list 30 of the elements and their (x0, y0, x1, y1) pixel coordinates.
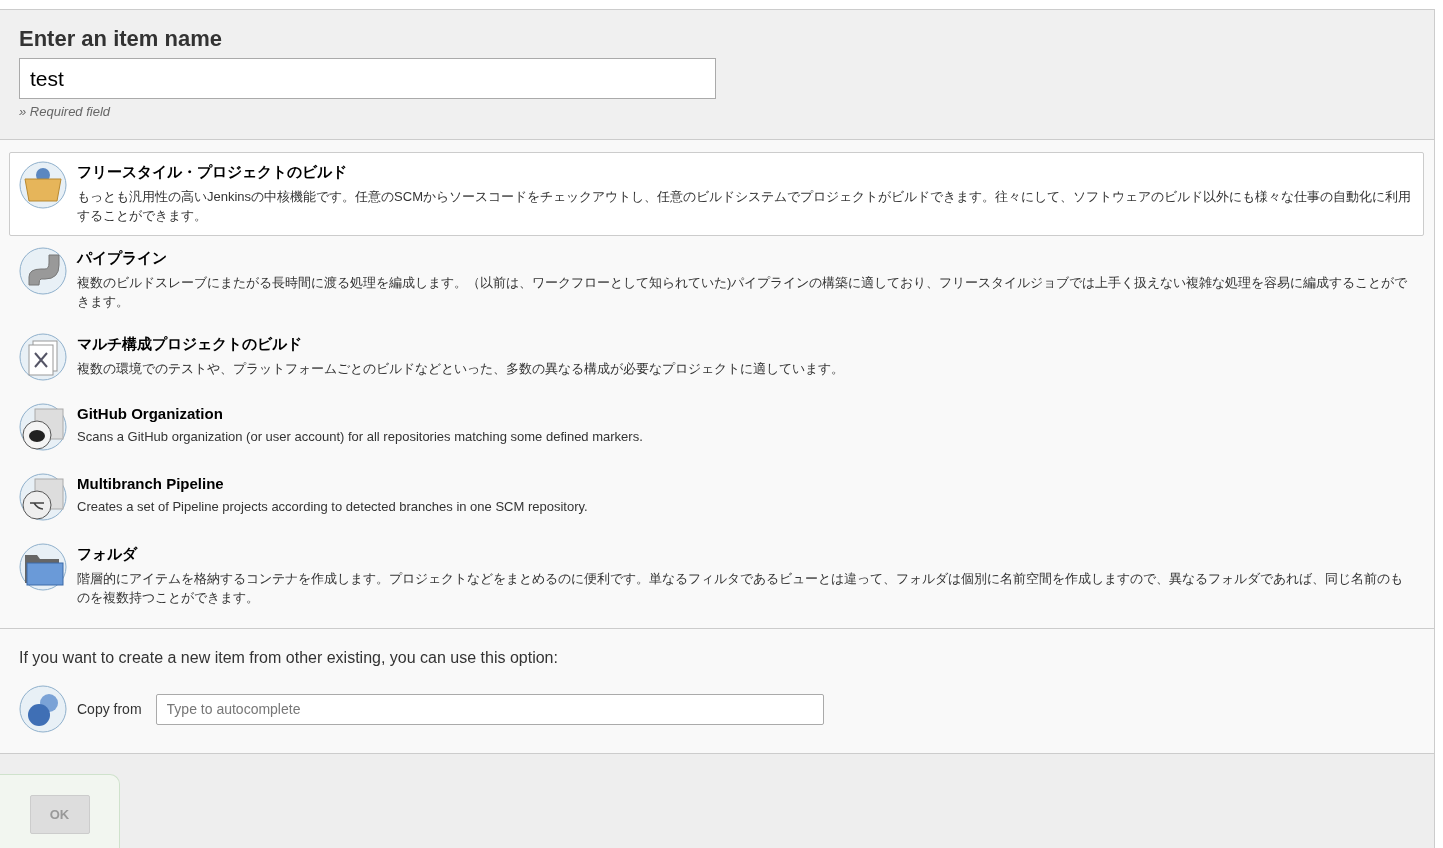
section-title: Enter an item name (19, 26, 222, 52)
item-type-title: パイプライン (77, 249, 168, 268)
item-type-option[interactable]: GitHub Organization Scans a GitHub organization (or user account) for all repositories matching some defined markers. (9, 394, 1424, 462)
copy-from-field[interactable]: Type to autocomplete (155, 693, 824, 725)
item-type-title: GitHub Organization (77, 405, 224, 422)
copy-instructions: If you want to create a new item from other existing, you can use this option: (19, 649, 559, 667)
spheres-icon (19, 685, 67, 733)
item-type-description: Scans a GitHub organization (or user account) for all repositories matching some defined markers. (77, 428, 643, 446)
item-type-option[interactable]: フォルダ 階層的にアイテムを格納するコンテナを作成します。プロジェクトなどをまとめるのに便利です。単なるフィルタであるビューとは違って、フォルダは個別に名前空間を作成しますので、異なるフォルダであれば、同じ名前のものを複数持つことができます。 (9, 534, 1424, 618)
item-type-description: もっとも汎用性の高いJenkinsの中核機能です。任意のSCMからソースコードをチェックアウトし、任意のビルドシステムでプロジェクトがビルドできます。往々にして、ソフトウェアのビルド以外にも様々な仕事の自動化に利用することができます。 (77, 188, 1412, 225)
item-name-field[interactable]: test (19, 58, 716, 99)
documents-icon (19, 333, 67, 381)
copy-from-label: Copy from (77, 701, 142, 717)
item-type-option[interactable]: Multibranch Pipeline Creates a set of Pipeline projects according to detected branches in one SCM repository. (9, 464, 1424, 532)
item-type-description: 階層的にアイテムを格納するコンテナを作成します。プロジェクトなどをまとめるのに便利です。単なるフィルタであるビューとは違って、フォルダは個別に名前空間を作成しますので、異なるフォルダであれば、同じ名前のものを複数持つことができます。 (77, 570, 1404, 607)
item-type-title: フォルダ (77, 545, 139, 564)
item-type-title: フリースタイル・プロジェクトのビルド (77, 163, 348, 182)
pipe-icon (19, 247, 67, 295)
box-icon (19, 161, 67, 209)
branch-icon (19, 473, 67, 521)
required-hint: » Required field (19, 104, 111, 119)
folder-icon (19, 543, 67, 591)
item-type-description: 複数の環境でのテストや、プラットフォームごとのビルドなどといった、多数の異なる構成が必要なプロジェクトに適しています。 (77, 360, 844, 378)
item-type-description: Creates a set of Pipeline projects according to detected branches in one SCM repository. (77, 498, 588, 516)
item-type-title: Multibranch Pipeline (77, 475, 225, 492)
item-type-option[interactable]: マルチ構成プロジェクトのビルド 複数の環境でのテストや、プラットフォームごとのビルドなどといった、多数の異なる構成が必要なプロジェクトに適しています。 (9, 324, 1424, 392)
item-type-title: マルチ構成プロジェクトのビルド (77, 335, 303, 354)
item-type-option[interactable]: フリースタイル・プロジェクトのビルド もっとも汎用性の高いJenkinsの中核機能です。任意のSCMからソースコードをチェックアウトし、任意のビルドシステムでプロジェクトがビルドできます。往々にして、ソフトウェアのビルド以外にも様々な仕事の自動化に利用することができます。 (9, 152, 1424, 236)
item-type-option[interactable]: パイプライン 複数のビルドスレーブにまたがる長時間に渡る処理を編成します。（以前は、ワークフローとして知られていた)パイプラインの構築に適しており、フリースタイルジョブでは上手く扱えない複雑な処理を容易に編成することができます。 (9, 238, 1424, 322)
item-type-description: 複数のビルドスレーブにまたがる長時間に渡る処理を編成します。（以前は、ワークフローとして知られていた)パイプラインの構築に適しており、フリースタイルジョブでは上手く扱えない複雑な処理を容易に編成することができます。 (77, 274, 1409, 311)
